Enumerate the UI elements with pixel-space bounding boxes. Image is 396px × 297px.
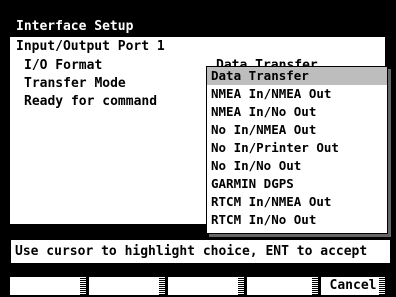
softkey-shade xyxy=(379,277,385,295)
transfer-mode-field[interactable]: Transfer Mode xyxy=(24,75,126,93)
softkey-shade xyxy=(238,277,244,295)
ready-status-label: Ready for command xyxy=(24,94,158,109)
menu-item-rtcm-in-no-out[interactable]: RTCM In/No Out xyxy=(207,211,387,229)
menu-item-data-transfer[interactable]: Data Transfer xyxy=(207,67,387,85)
menu-item-nmea-in-nmea-out[interactable]: NMEA In/NMEA Out xyxy=(207,85,387,103)
softkey-4[interactable] xyxy=(246,276,319,296)
menu-item-no-in-no-out[interactable]: No In/No Out xyxy=(207,157,387,175)
io-format-field[interactable]: I/O Format xyxy=(24,57,102,75)
menu-item-garmin-dgps[interactable]: GARMIN DGPS xyxy=(207,175,387,193)
cancel-button[interactable]: Cancel xyxy=(320,276,386,296)
help-message: Use cursor to highlight choice, ENT to a… xyxy=(9,238,392,265)
softkey-2[interactable] xyxy=(88,276,166,296)
softkey-1[interactable] xyxy=(9,276,87,296)
window-title: Interface Setup xyxy=(10,17,385,37)
softkey-shade xyxy=(159,277,165,295)
softkey-3[interactable] xyxy=(167,276,245,296)
io-format-dropdown[interactable]: Data Transfer NMEA In/NMEA Out NMEA In/N… xyxy=(206,66,388,234)
menu-item-nmea-in-no-out[interactable]: NMEA In/No Out xyxy=(207,103,387,121)
softkey-shade xyxy=(80,277,86,295)
menu-item-no-in-printer-out[interactable]: No In/Printer Out xyxy=(207,139,387,157)
menu-item-no-in-nmea-out[interactable]: No In/NMEA Out xyxy=(207,121,387,139)
cancel-button-label: Cancel xyxy=(329,278,377,293)
port-label: Input/Output Port 1 xyxy=(16,39,165,54)
menu-item-rtcm-in-nmea-out[interactable]: RTCM In/NMEA Out xyxy=(207,193,387,211)
softkey-shade xyxy=(312,277,318,295)
device-screen: Interface Setup Input/Output Port 1 I/O … xyxy=(0,0,396,297)
